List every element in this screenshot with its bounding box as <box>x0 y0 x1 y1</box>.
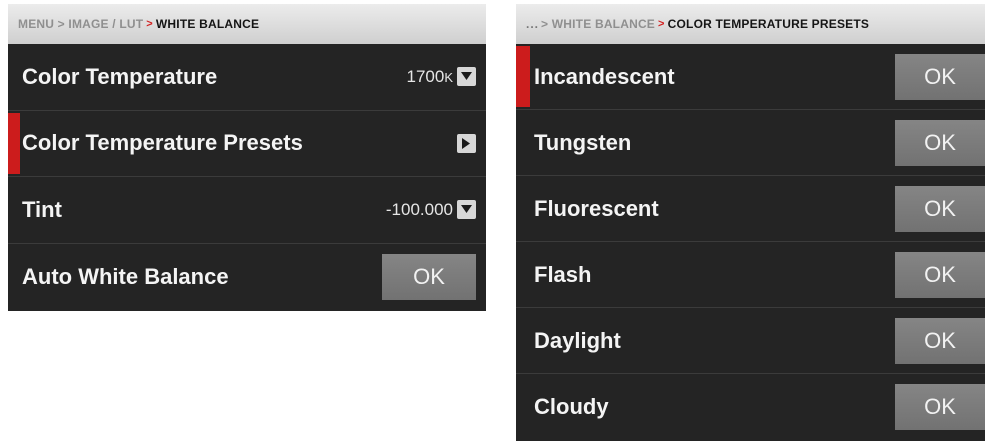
color-temperature-presets-menu: ... > WHITE BALANCE > COLOR TEMPERATURE … <box>516 4 985 441</box>
color-temperature-dropdown[interactable]: 1700K <box>406 66 476 87</box>
breadcrumb-back[interactable]: ... <box>526 17 539 31</box>
breadcrumb-separator: > <box>658 18 665 30</box>
preset-label: Tungsten <box>534 129 632 155</box>
color-temperature-row[interactable]: Color Temperature 1700K <box>8 44 486 111</box>
preset-row-incandescent[interactable]: Incandescent OK <box>516 44 985 110</box>
preset-row-flash[interactable]: Flash OK <box>516 242 985 308</box>
preset-label: Flash <box>534 261 592 287</box>
preset-row-cloudy[interactable]: Cloudy OK <box>516 374 985 440</box>
color-temperature-unit: K <box>444 69 453 85</box>
chevron-down-icon[interactable] <box>457 200 476 220</box>
preset-row-daylight[interactable]: Daylight OK <box>516 308 985 374</box>
chevron-right-icon[interactable] <box>457 133 476 153</box>
breadcrumb-current: COLOR TEMPERATURE PRESETS <box>667 17 870 31</box>
breadcrumb-path: MENU > IMAGE / LUT <box>18 17 144 31</box>
breadcrumb: ... > WHITE BALANCE > COLOR TEMPERATURE … <box>516 4 985 44</box>
preset-ok-button[interactable]: OK <box>895 251 985 298</box>
white-balance-menu: MENU > IMAGE / LUT > WHITE BALANCE Color… <box>8 4 486 311</box>
breadcrumb-current: WHITE BALANCE <box>155 17 260 31</box>
breadcrumb-separator: > <box>146 18 153 30</box>
breadcrumb: MENU > IMAGE / LUT > WHITE BALANCE <box>8 4 486 44</box>
preset-ok-button[interactable]: OK <box>895 317 985 364</box>
preset-ok-button[interactable]: OK <box>895 384 985 430</box>
preset-label: Cloudy <box>534 394 609 419</box>
color-temperature-presets-row[interactable]: Color Temperature Presets <box>8 111 486 177</box>
preset-ok-button[interactable]: OK <box>895 185 985 232</box>
breadcrumb-path: > WHITE BALANCE <box>541 17 656 31</box>
tint-dropdown[interactable]: -100.000 <box>386 200 476 220</box>
preset-row-tungsten[interactable]: Tungsten OK <box>516 110 985 176</box>
preset-label: Fluorescent <box>534 195 659 221</box>
tint-label: Tint <box>22 196 62 222</box>
auto-white-balance-row: Auto White Balance OK <box>8 244 486 311</box>
color-temperature-label: Color Temperature <box>22 63 218 89</box>
preset-ok-button[interactable]: OK <box>895 53 985 100</box>
preset-label: Daylight <box>534 327 621 353</box>
preset-label: Incandescent <box>534 63 675 89</box>
auto-white-balance-ok-button[interactable]: OK <box>382 253 476 300</box>
color-temperature-value: 1700K <box>406 66 454 86</box>
preset-row-fluorescent[interactable]: Fluorescent OK <box>516 176 985 242</box>
preset-ok-button[interactable]: OK <box>895 119 985 166</box>
tint-value: -100.000 <box>385 199 453 219</box>
auto-white-balance-label: Auto White Balance <box>22 263 229 289</box>
color-temperature-presets-label: Color Temperature Presets <box>22 130 303 156</box>
chevron-down-icon[interactable] <box>457 67 476 87</box>
tint-row[interactable]: Tint -100.000 <box>8 177 486 244</box>
